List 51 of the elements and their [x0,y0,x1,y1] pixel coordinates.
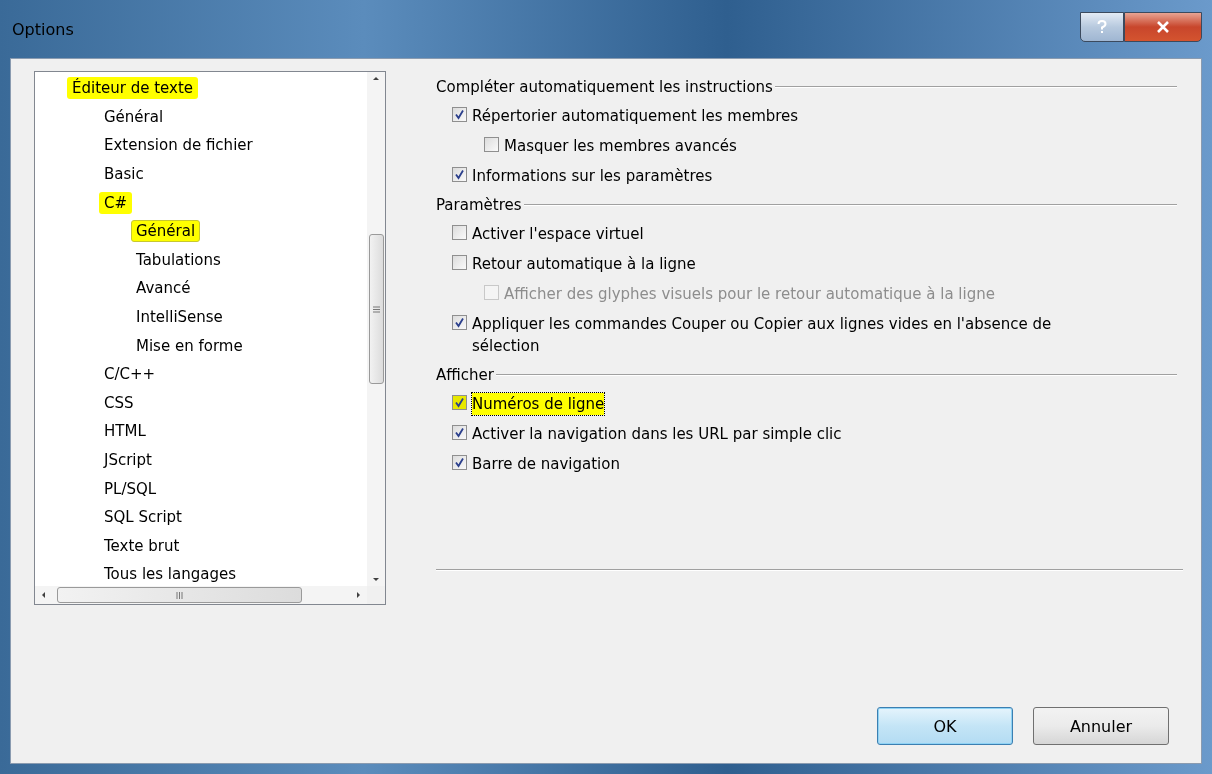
tree-item[interactable]: Éditeur de texte [67,77,199,100]
checkbox[interactable] [484,137,499,152]
scroll-thumb[interactable] [368,234,384,384]
tree-item[interactable]: HTML [99,420,151,443]
help-icon [1097,20,1107,34]
checkbox[interactable] [452,167,467,182]
checkbox-label[interactable]: Masquer les membres avancés [504,135,737,157]
checkbox-label[interactable]: Activer la navigation dans les URL par simple clic [472,423,842,445]
checkbox[interactable] [452,255,467,270]
vertical-scrollbar[interactable] [367,72,385,586]
group-title: Afficher [436,366,494,384]
checkbox[interactable] [452,107,467,122]
tree-item[interactable]: Avancé [131,277,196,300]
checkbox[interactable] [452,315,467,330]
horizontal-scrollbar[interactable] [35,586,367,604]
group-title: Paramètres [436,196,522,214]
cancel-button[interactable]: Annuler [1033,707,1169,745]
checkbox-label[interactable]: Retour automatique à la ligne [472,253,696,275]
tree-item[interactable]: Général [99,105,169,128]
checkbox[interactable] [452,395,467,410]
checkbox-label[interactable]: Numéros de ligne [472,393,605,415]
tree-item[interactable]: Texte brut [99,534,185,557]
tree-item[interactable]: IntelliSense [131,306,228,329]
tree-item[interactable]: Tabulations [131,248,226,271]
checkbox[interactable] [452,455,467,470]
tree-item[interactable]: Mise en forme [131,334,248,357]
checkbox-label[interactable]: Répertorier automatiquement les membres [472,105,799,127]
tree-item[interactable]: C/C++ [99,363,161,386]
scrollbar-corner [367,586,385,604]
ok-button[interactable]: OK [877,707,1013,745]
help-button[interactable] [1080,12,1124,42]
checkbox-label[interactable]: Informations sur les paramètres [472,165,713,187]
checkbox[interactable] [452,425,467,440]
checkbox[interactable] [452,225,467,240]
tree-item[interactable]: SQL Script [99,506,187,529]
checkbox-label[interactable]: Barre de navigation [472,453,620,475]
scroll-thumb[interactable] [57,587,302,603]
tree-item[interactable]: CSS [99,391,139,414]
tree-item[interactable]: C# [99,191,133,214]
group-title: Compléter automatiquement les instructions [436,78,773,96]
tree-item[interactable]: Basic [99,163,149,186]
close-button[interactable] [1124,12,1202,42]
tree-item[interactable]: Général [131,220,201,243]
tree-item[interactable]: JScript [99,449,157,471]
window-title: Options [12,19,74,39]
checkbox-label[interactable]: Appliquer les commandes Couper ou Copier aux lignes vides en l'absence de sélection [472,313,1102,357]
close-icon [1156,21,1170,33]
tree-item[interactable]: Extension de fichier [99,134,258,157]
checkbox-label[interactable]: Activer l'espace virtuel [472,223,644,245]
tree-item[interactable]: PL/SQL [99,477,162,500]
tree-item[interactable]: Tous les langages [99,563,241,586]
